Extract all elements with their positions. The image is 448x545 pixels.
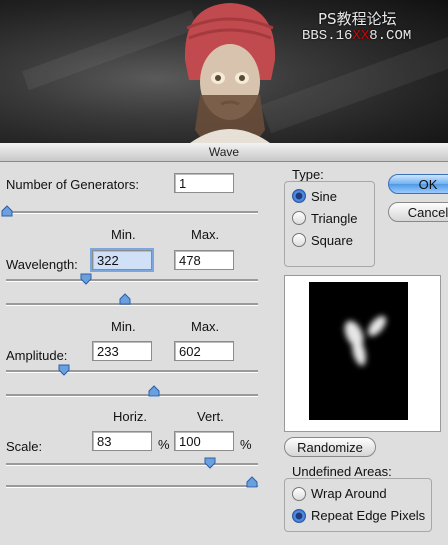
girl-portrait-image (184, 3, 276, 143)
type-label: Type: (292, 167, 324, 182)
repeat-edge-pixels-radio[interactable] (292, 509, 306, 523)
scale-vert-input[interactable]: 100 (174, 431, 234, 451)
amplitude-min-input[interactable]: 233 (92, 341, 152, 361)
wavelength-max-input[interactable]: 478 (174, 250, 234, 270)
type-triangle-label[interactable]: Triangle (311, 211, 357, 226)
dialog-title: Wave (0, 143, 448, 162)
type-square-label[interactable]: Square (311, 233, 353, 248)
preview-shape-image (344, 316, 386, 366)
amplitude-min-header: Min. (111, 319, 136, 334)
amplitude-min-slider-thumb[interactable] (58, 364, 70, 376)
scale-horiz-slider-thumb[interactable] (204, 457, 216, 469)
generators-label: Number of Generators: (6, 177, 139, 192)
wave-preview (284, 275, 441, 432)
watermark-url: BBS.16XX8.COM (302, 28, 412, 44)
watermark-title: PS教程论坛 (318, 10, 397, 28)
wavelength-label: Wavelength: (6, 257, 78, 272)
type-triangle-radio[interactable] (292, 211, 306, 225)
amplitude-max-slider-track[interactable] (6, 394, 258, 397)
generators-input[interactable]: 1 (174, 173, 234, 193)
randomize-button[interactable]: Randomize (284, 437, 376, 457)
scale-horiz-input[interactable]: 83 (92, 431, 152, 451)
wavelength-max-header: Max. (191, 227, 220, 242)
wrap-around-radio[interactable] (292, 487, 306, 501)
wave-dialog: Wave Number of Generators: 1 Min. Max. W… (0, 143, 448, 545)
scale-vert-slider-thumb[interactable] (246, 476, 258, 488)
background-photo-banner: PS教程论坛 BBS.16XX8.COM (0, 0, 448, 143)
wavelength-min-header: Min. (111, 227, 136, 242)
scale-vert-slider-track[interactable] (6, 485, 258, 488)
wavelength-max-slider-thumb[interactable] (119, 293, 131, 305)
wavelength-min-input[interactable]: 322 (90, 248, 154, 272)
ok-button[interactable]: OK (388, 174, 448, 194)
wavelength-max-slider-track[interactable] (6, 303, 258, 306)
wavelength-min-slider-track[interactable] (6, 279, 258, 282)
amplitude-max-input[interactable]: 602 (174, 341, 234, 361)
generators-slider-track[interactable] (6, 211, 258, 214)
cancel-button[interactable]: Cancel (388, 202, 448, 222)
scale-label: Scale: (6, 439, 43, 454)
amplitude-label: Amplitude: (6, 348, 68, 363)
type-square-radio[interactable] (292, 233, 306, 247)
scale-horiz-unit: % (158, 437, 170, 452)
repeat-edge-pixels-label[interactable]: Repeat Edge Pixels (311, 508, 425, 523)
scale-horiz-header: Horiz. (113, 409, 147, 424)
generators-slider-thumb[interactable] (1, 205, 13, 217)
scale-vert-unit: % (240, 437, 252, 452)
amplitude-max-slider-thumb[interactable] (148, 385, 160, 397)
undefined-areas-label: Undefined Areas: (292, 464, 392, 479)
type-sine-label[interactable]: Sine (311, 189, 337, 204)
type-sine-radio[interactable] (292, 189, 306, 203)
scale-vert-header: Vert. (197, 409, 224, 424)
amplitude-min-slider-track[interactable] (6, 370, 258, 373)
wavelength-min-slider-thumb[interactable] (80, 273, 92, 285)
scale-horiz-slider-track[interactable] (6, 463, 258, 466)
amplitude-max-header: Max. (191, 319, 220, 334)
wrap-around-label[interactable]: Wrap Around (311, 486, 387, 501)
